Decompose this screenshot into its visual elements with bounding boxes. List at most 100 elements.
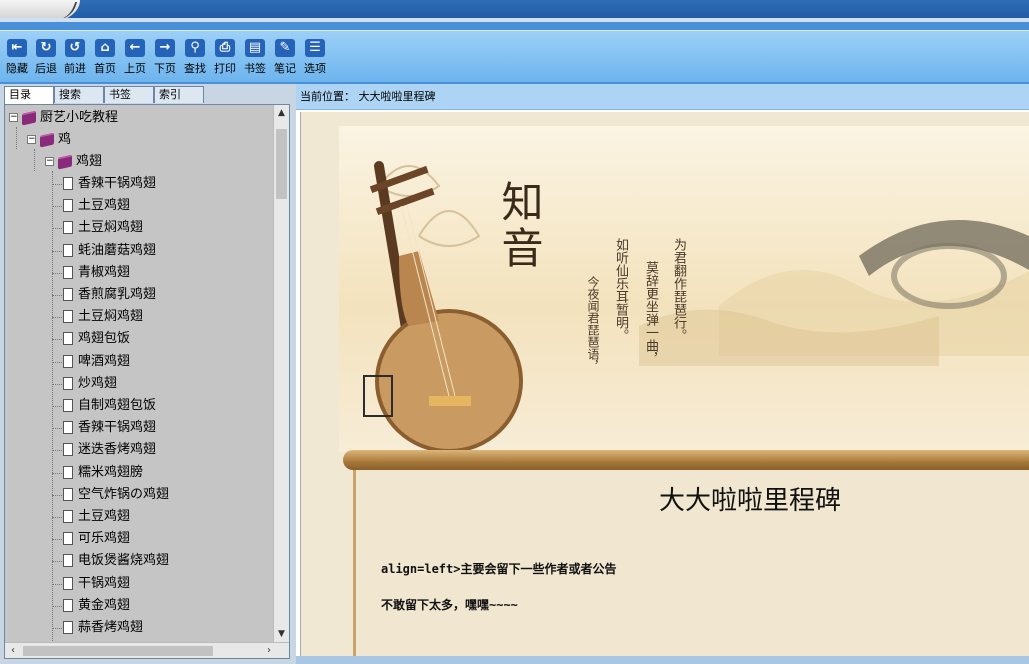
home-button[interactable]: ⌂ 首页 xyxy=(90,35,120,81)
tree-line xyxy=(34,149,35,171)
page-icon xyxy=(63,465,73,479)
tree-leaf-item[interactable]: 黄金鸡翅 xyxy=(52,595,131,617)
scroll-up-icon[interactable]: ▲ xyxy=(274,105,289,121)
page-icon xyxy=(63,310,73,324)
tree-node-wings[interactable]: − 鸡翅 xyxy=(45,151,102,173)
tree-line xyxy=(52,228,62,230)
tree-leaf-item[interactable]: 可乐鸡翅 xyxy=(52,528,131,550)
scroll-down-icon[interactable]: ▼ xyxy=(274,626,289,642)
tree-line xyxy=(52,339,62,341)
page-icon xyxy=(63,199,73,213)
tree-leaf-item[interactable]: 干锅鸡翅 xyxy=(52,573,130,595)
scroll-right-icon[interactable]: › xyxy=(261,643,277,658)
page-icon xyxy=(63,421,73,435)
collapse-icon[interactable]: − xyxy=(27,135,36,144)
tree-line xyxy=(52,539,62,541)
tab-index[interactable]: 索引 xyxy=(154,86,204,103)
book-icon xyxy=(58,154,72,169)
page-icon xyxy=(63,510,73,523)
page-icon xyxy=(63,376,73,390)
options-icon: ☰ xyxy=(305,39,325,57)
scroll-thumb-horizontal[interactable] xyxy=(23,646,213,656)
document-line-1: align=left>主要会留下一些作者或者公告 xyxy=(381,562,617,576)
tree-leaf-item[interactable]: 迷迭香烤鸡翅 xyxy=(52,439,156,461)
bookmark-label: 书签 xyxy=(244,62,266,75)
page-icon xyxy=(63,576,73,590)
hide-button[interactable]: ⇤ 隐藏 xyxy=(2,35,32,81)
tree-horizontal-scrollbar[interactable]: ‹ › xyxy=(5,642,289,658)
tree-leaf-item[interactable]: 香煎腐乳鸡翅 xyxy=(52,284,156,306)
tree-leaf-label: 土豆鸡翅 xyxy=(78,198,131,214)
content-pane: 当前位置： 大大啦啦里程碑 知音 为君翻作琵琶行。 莫辞更坐弹一曲， 如听仙乐耳… xyxy=(296,84,1029,664)
tree-leaf-item[interactable]: 香辣干锅鸡翅 xyxy=(52,173,157,195)
bookmark-button[interactable]: ▤ 书签 xyxy=(240,35,270,81)
tree-leaf-item[interactable]: 蒜香烤鸡翅 xyxy=(52,617,143,639)
tree-leaf-item[interactable]: 香辣干锅鸡翅 xyxy=(52,417,157,439)
tree-line xyxy=(52,184,62,185)
poem-col-1: 为君翻作琵琶行。 xyxy=(671,238,686,342)
scroll-left-icon[interactable]: ‹ xyxy=(5,643,21,658)
tree-node-label: 厨艺小吃教程 xyxy=(40,110,119,125)
page-icon xyxy=(63,243,73,257)
tree-leaf-label: 黄金鸡翅 xyxy=(78,597,131,613)
tree-leaf-item[interactable]: 自制鸡翅包饭 xyxy=(52,395,156,417)
tree-node-root[interactable]: − 厨艺小吃教程 xyxy=(9,107,118,129)
tree-line xyxy=(52,406,62,407)
tree-leaf-item[interactable]: 土豆焖鸡翅 xyxy=(52,217,143,239)
next-page-button[interactable]: → 下页 xyxy=(150,35,180,81)
tree-vertical-scrollbar[interactable]: ▲ ▼ xyxy=(273,105,289,642)
poem-col-3: 如听仙乐耳暂明。 xyxy=(613,238,628,342)
note-button[interactable]: ✎ 笔记 xyxy=(270,35,300,81)
tree-node-chicken[interactable]: − 鸡 xyxy=(27,129,71,151)
tree-leaf-item[interactable]: 啤酒鸡翅 xyxy=(52,351,130,373)
print-label: 打印 xyxy=(214,62,236,75)
tree-leaf-item[interactable]: 炒鸡翅 xyxy=(52,373,118,395)
tree-leaf-label: 香辣干锅鸡翅 xyxy=(78,420,157,436)
print-icon: ⎙ xyxy=(215,39,235,57)
tab-search[interactable]: 搜索 xyxy=(54,86,104,103)
toolbar: ⇤ 隐藏 ↻ 后退 ↺ 前进 ⌂ 首页 ← 上页 → 下页 ⚲ 查找 ⎙ 打印 xyxy=(0,30,1029,82)
breadcrumb: 当前位置： 大大啦啦里程碑 xyxy=(296,84,1029,110)
prev-page-button[interactable]: ← 上页 xyxy=(120,35,150,81)
tree-leaf-label: 可乐鸡翅 xyxy=(78,531,131,547)
title-separator xyxy=(0,18,1029,22)
status-strip xyxy=(296,656,1029,664)
tab-bookmarks[interactable]: 书签 xyxy=(104,86,154,103)
page-icon xyxy=(63,487,73,501)
find-button[interactable]: ⚲ 查找 xyxy=(180,35,210,81)
tab-contents[interactable]: 目录 xyxy=(4,86,54,105)
page-icon xyxy=(63,332,73,346)
tree-leaf-item[interactable]: 青椒鸡翅 xyxy=(52,262,130,284)
nav-tabs: 目录 搜索 书签 索引 xyxy=(4,86,292,105)
tree-leaf-item[interactable]: 蚝油蘑菇鸡翅 xyxy=(52,240,157,262)
tree-leaf-label: 蚝油蘑菇鸡翅 xyxy=(78,242,157,258)
tree-leaf-item[interactable]: 土豆鸡翅 xyxy=(52,506,131,528)
back-button[interactable]: ↻ 后退 xyxy=(31,35,61,81)
tree-leaf-label: 香辣干锅鸡翅 xyxy=(78,176,157,191)
tree-leaf-item[interactable]: 土豆焖鸡翅 xyxy=(52,306,143,328)
options-label: 选项 xyxy=(304,62,326,75)
options-button[interactable]: ☰ 选项 xyxy=(300,35,330,81)
scroll-thumb[interactable] xyxy=(276,129,287,199)
document-line-2: 不敢留下太多，嘿嘿~~~~ xyxy=(381,598,518,612)
tree-leaf-label: 土豆鸡翅 xyxy=(78,509,131,524)
print-button[interactable]: ⎙ 打印 xyxy=(210,35,240,81)
collapse-icon[interactable]: − xyxy=(9,113,18,122)
home-label: 首页 xyxy=(94,62,116,75)
tree-leaf-item[interactable]: 空气炸锅の鸡翅 xyxy=(52,484,170,506)
tree-line xyxy=(52,317,62,319)
tree-leaf-label: 空气炸锅の鸡翅 xyxy=(78,486,170,502)
book-icon xyxy=(40,132,54,147)
tree-line xyxy=(52,605,62,607)
tree-leaf-item[interactable]: 土豆鸡翅 xyxy=(52,195,131,217)
tree-leaf-label: 炒鸡翅 xyxy=(78,375,118,391)
forward-button[interactable]: ↺ 前进 xyxy=(60,35,90,81)
tree-leaf-item[interactable]: 鸡翅包饭 xyxy=(52,328,130,350)
next-page-icon: → xyxy=(155,39,175,57)
collapse-icon[interactable]: − xyxy=(45,157,54,166)
tree-leaf-item[interactable]: 糯米鸡翅膀 xyxy=(52,462,143,484)
tree-line xyxy=(52,561,62,563)
tree-leaf-item[interactable]: 电饭煲酱烧鸡翅 xyxy=(52,550,169,572)
prev-page-label: 上页 xyxy=(124,62,146,75)
tree-line xyxy=(52,250,62,252)
